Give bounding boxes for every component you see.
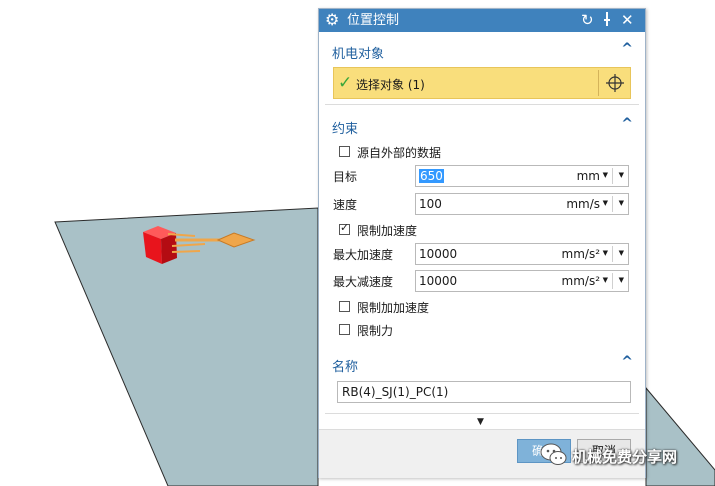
max-decel-unit: mm/s²	[561, 274, 600, 288]
group-mechatronic-object: 机电对象 ^ ✓ 选择对象 (1)	[325, 38, 639, 105]
speed-label: 速度	[333, 198, 358, 212]
chevron-down-icon[interactable]: ▼	[619, 249, 624, 257]
divider	[598, 70, 599, 96]
group-header-name[interactable]: 名称 ^	[325, 351, 639, 377]
reset-icon[interactable]: ↻	[581, 11, 594, 29]
max-decel-label: 最大减速度	[333, 275, 394, 289]
unit-dropdown-icon[interactable]: ▼	[603, 276, 608, 284]
speed-unit: mm/s	[566, 197, 600, 211]
divider	[612, 196, 613, 212]
external-data-label: 源自外部的数据	[357, 146, 442, 160]
unit-dropdown-icon[interactable]: ▼	[603, 171, 608, 179]
name-value: RB(4)_SJ(1)_PC(1)	[342, 385, 449, 399]
group-title: 机电对象	[332, 47, 385, 62]
limit-accel-checkbox[interactable]	[339, 221, 350, 235]
target-unit: mm	[576, 169, 600, 183]
divider	[612, 273, 613, 289]
group-constraint: 约束 ^ 源自外部的数据 目标 650 mm ▼ ▼ 速度 100 mm/s ▼…	[325, 113, 639, 352]
max-accel-unit: mm/s²	[561, 247, 600, 261]
target-value: 650	[419, 169, 444, 183]
chevron-up-icon[interactable]: ^	[621, 116, 633, 132]
unit-dropdown-icon[interactable]: ▼	[603, 249, 608, 257]
chevron-up-icon[interactable]: ^	[621, 354, 633, 370]
group-name: 名称 ^ RB(4)_SJ(1)_PC(1)	[325, 351, 639, 414]
group-title: 名称	[332, 360, 359, 375]
limit-force-label: 限制力	[357, 324, 394, 338]
select-object-row[interactable]: ✓ 选择对象 (1)	[333, 67, 631, 99]
crosshair-icon[interactable]	[605, 73, 625, 93]
watermark: 机械免费分享网	[540, 441, 715, 471]
limit-accel-label: 限制加速度	[357, 224, 418, 238]
chevron-down-icon[interactable]: ▼	[619, 276, 624, 284]
gear-icon[interactable]: ⚙	[325, 11, 339, 29]
limit-force-checkbox[interactable]	[339, 324, 350, 335]
unit-dropdown-icon[interactable]: ▼	[603, 199, 608, 207]
limit-jerk-checkbox[interactable]	[339, 301, 350, 312]
group-header-mechatronic-object[interactable]: 机电对象 ^	[325, 38, 639, 64]
watermark-text: 机械免费分享网	[572, 448, 678, 466]
max-decel-value: 10000	[419, 274, 458, 288]
expand-more-icon[interactable]: ▼	[477, 417, 484, 427]
external-data-checkbox[interactable]	[339, 146, 350, 157]
chevron-up-icon[interactable]: ^	[621, 41, 633, 57]
max-accel-input[interactable]: 10000 mm/s² ▼ ▼	[415, 243, 629, 265]
close-icon[interactable]: ✕	[621, 11, 634, 29]
pin-icon[interactable]	[602, 11, 612, 31]
target-label: 目标	[333, 170, 358, 184]
max-accel-value: 10000	[419, 247, 458, 261]
limit-jerk-label: 限制加加速度	[357, 301, 430, 315]
wechat-icon	[540, 443, 567, 465]
checkmark-icon: ✓	[338, 73, 353, 93]
chevron-down-icon[interactable]: ▼	[619, 171, 624, 179]
position-control-dialog: ⚙ 位置控制 ↻ ✕ 机电对象 ^ ✓ 选择对象 (1) 约束 ^ 源自外部的数…	[318, 8, 646, 478]
group-title: 约束	[332, 122, 359, 137]
divider	[612, 168, 613, 184]
divider	[612, 246, 613, 262]
dialog-title: 位置控制	[347, 13, 400, 28]
target-input[interactable]: 650 mm ▼ ▼	[415, 165, 629, 187]
speed-value: 100	[419, 197, 442, 211]
group-header-constraint[interactable]: 约束 ^	[325, 113, 639, 139]
speed-input[interactable]: 100 mm/s ▼ ▼	[415, 193, 629, 215]
max-accel-label: 最大加速度	[333, 248, 394, 262]
dialog-titlebar[interactable]: ⚙ 位置控制 ↻ ✕	[319, 9, 645, 32]
name-input[interactable]: RB(4)_SJ(1)_PC(1)	[337, 381, 631, 403]
max-decel-input[interactable]: 10000 mm/s² ▼ ▼	[415, 270, 629, 292]
select-object-label: 选择对象 (1)	[356, 78, 425, 92]
chevron-down-icon[interactable]: ▼	[619, 199, 624, 207]
